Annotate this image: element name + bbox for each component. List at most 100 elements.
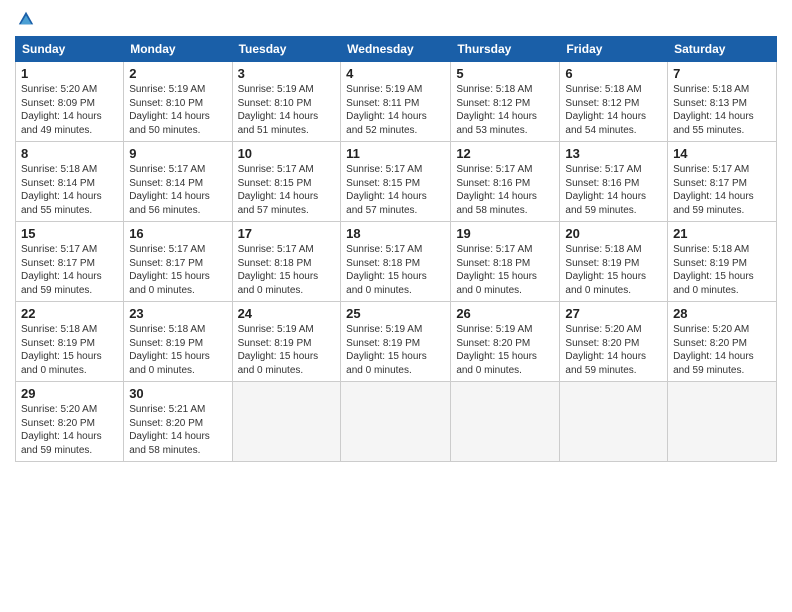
calendar-cell: 12 Sunrise: 5:17 AM Sunset: 8:16 PM Dayl… xyxy=(451,142,560,222)
day-number: 7 xyxy=(673,66,771,81)
calendar-cell: 4 Sunrise: 5:19 AM Sunset: 8:11 PM Dayli… xyxy=(341,62,451,142)
day-info: Sunrise: 5:18 AM Sunset: 8:19 PM Dayligh… xyxy=(565,243,662,297)
calendar-cell: 2 Sunrise: 5:19 AM Sunset: 8:10 PM Dayli… xyxy=(124,62,232,142)
calendar-cell: 16 Sunrise: 5:17 AM Sunset: 8:17 PM Dayl… xyxy=(124,222,232,302)
calendar-table: SundayMondayTuesdayWednesdayThursdayFrid… xyxy=(15,36,777,462)
day-number: 27 xyxy=(565,306,662,321)
calendar-header-monday: Monday xyxy=(124,37,232,62)
calendar-week-5: 29 Sunrise: 5:20 AM Sunset: 8:20 PM Dayl… xyxy=(16,382,777,462)
calendar-week-4: 22 Sunrise: 5:18 AM Sunset: 8:19 PM Dayl… xyxy=(16,302,777,382)
calendar-cell: 8 Sunrise: 5:18 AM Sunset: 8:14 PM Dayli… xyxy=(16,142,124,222)
day-info: Sunrise: 5:17 AM Sunset: 8:18 PM Dayligh… xyxy=(456,243,554,297)
day-info: Sunrise: 5:17 AM Sunset: 8:15 PM Dayligh… xyxy=(238,163,336,217)
day-number: 13 xyxy=(565,146,662,161)
day-info: Sunrise: 5:20 AM Sunset: 8:20 PM Dayligh… xyxy=(673,323,771,377)
day-number: 5 xyxy=(456,66,554,81)
day-info: Sunrise: 5:19 AM Sunset: 8:19 PM Dayligh… xyxy=(238,323,336,377)
calendar-cell: 5 Sunrise: 5:18 AM Sunset: 8:12 PM Dayli… xyxy=(451,62,560,142)
calendar-header-row: SundayMondayTuesdayWednesdayThursdayFrid… xyxy=(16,37,777,62)
day-number: 14 xyxy=(673,146,771,161)
day-info: Sunrise: 5:18 AM Sunset: 8:12 PM Dayligh… xyxy=(565,83,662,137)
calendar-cell xyxy=(341,382,451,462)
day-info: Sunrise: 5:20 AM Sunset: 8:20 PM Dayligh… xyxy=(565,323,662,377)
calendar-cell xyxy=(232,382,341,462)
day-info: Sunrise: 5:17 AM Sunset: 8:17 PM Dayligh… xyxy=(129,243,226,297)
calendar-cell: 18 Sunrise: 5:17 AM Sunset: 8:18 PM Dayl… xyxy=(341,222,451,302)
calendar-header-friday: Friday xyxy=(560,37,668,62)
calendar-header-wednesday: Wednesday xyxy=(341,37,451,62)
day-number: 9 xyxy=(129,146,226,161)
day-info: Sunrise: 5:18 AM Sunset: 8:19 PM Dayligh… xyxy=(21,323,118,377)
logo xyxy=(15,10,35,28)
day-info: Sunrise: 5:20 AM Sunset: 8:09 PM Dayligh… xyxy=(21,83,118,137)
calendar-header-saturday: Saturday xyxy=(668,37,777,62)
calendar-week-2: 8 Sunrise: 5:18 AM Sunset: 8:14 PM Dayli… xyxy=(16,142,777,222)
day-info: Sunrise: 5:19 AM Sunset: 8:10 PM Dayligh… xyxy=(238,83,336,137)
day-info: Sunrise: 5:18 AM Sunset: 8:13 PM Dayligh… xyxy=(673,83,771,137)
calendar-cell: 24 Sunrise: 5:19 AM Sunset: 8:19 PM Dayl… xyxy=(232,302,341,382)
day-number: 30 xyxy=(129,386,226,401)
day-number: 16 xyxy=(129,226,226,241)
calendar-cell xyxy=(451,382,560,462)
calendar-cell: 11 Sunrise: 5:17 AM Sunset: 8:15 PM Dayl… xyxy=(341,142,451,222)
day-info: Sunrise: 5:20 AM Sunset: 8:20 PM Dayligh… xyxy=(21,403,118,457)
calendar-cell: 14 Sunrise: 5:17 AM Sunset: 8:17 PM Dayl… xyxy=(668,142,777,222)
calendar-cell: 7 Sunrise: 5:18 AM Sunset: 8:13 PM Dayli… xyxy=(668,62,777,142)
day-number: 28 xyxy=(673,306,771,321)
calendar-cell: 17 Sunrise: 5:17 AM Sunset: 8:18 PM Dayl… xyxy=(232,222,341,302)
day-number: 1 xyxy=(21,66,118,81)
day-number: 3 xyxy=(238,66,336,81)
calendar-cell: 1 Sunrise: 5:20 AM Sunset: 8:09 PM Dayli… xyxy=(16,62,124,142)
day-info: Sunrise: 5:17 AM Sunset: 8:17 PM Dayligh… xyxy=(21,243,118,297)
day-number: 15 xyxy=(21,226,118,241)
calendar-cell: 27 Sunrise: 5:20 AM Sunset: 8:20 PM Dayl… xyxy=(560,302,668,382)
calendar-cell: 15 Sunrise: 5:17 AM Sunset: 8:17 PM Dayl… xyxy=(16,222,124,302)
calendar-cell: 21 Sunrise: 5:18 AM Sunset: 8:19 PM Dayl… xyxy=(668,222,777,302)
calendar-cell: 28 Sunrise: 5:20 AM Sunset: 8:20 PM Dayl… xyxy=(668,302,777,382)
day-number: 19 xyxy=(456,226,554,241)
day-number: 11 xyxy=(346,146,445,161)
day-info: Sunrise: 5:17 AM Sunset: 8:16 PM Dayligh… xyxy=(565,163,662,217)
day-number: 12 xyxy=(456,146,554,161)
day-info: Sunrise: 5:17 AM Sunset: 8:14 PM Dayligh… xyxy=(129,163,226,217)
day-info: Sunrise: 5:19 AM Sunset: 8:19 PM Dayligh… xyxy=(346,323,445,377)
day-info: Sunrise: 5:18 AM Sunset: 8:19 PM Dayligh… xyxy=(129,323,226,377)
calendar-cell: 10 Sunrise: 5:17 AM Sunset: 8:15 PM Dayl… xyxy=(232,142,341,222)
day-info: Sunrise: 5:17 AM Sunset: 8:16 PM Dayligh… xyxy=(456,163,554,217)
calendar-cell: 6 Sunrise: 5:18 AM Sunset: 8:12 PM Dayli… xyxy=(560,62,668,142)
calendar-cell: 19 Sunrise: 5:17 AM Sunset: 8:18 PM Dayl… xyxy=(451,222,560,302)
day-number: 8 xyxy=(21,146,118,161)
day-number: 29 xyxy=(21,386,118,401)
calendar-cell: 26 Sunrise: 5:19 AM Sunset: 8:20 PM Dayl… xyxy=(451,302,560,382)
day-number: 10 xyxy=(238,146,336,161)
calendar-cell: 30 Sunrise: 5:21 AM Sunset: 8:20 PM Dayl… xyxy=(124,382,232,462)
day-info: Sunrise: 5:17 AM Sunset: 8:15 PM Dayligh… xyxy=(346,163,445,217)
calendar-cell: 3 Sunrise: 5:19 AM Sunset: 8:10 PM Dayli… xyxy=(232,62,341,142)
day-number: 18 xyxy=(346,226,445,241)
calendar-cell: 22 Sunrise: 5:18 AM Sunset: 8:19 PM Dayl… xyxy=(16,302,124,382)
calendar-cell: 13 Sunrise: 5:17 AM Sunset: 8:16 PM Dayl… xyxy=(560,142,668,222)
day-number: 21 xyxy=(673,226,771,241)
calendar-header-thursday: Thursday xyxy=(451,37,560,62)
calendar-cell: 29 Sunrise: 5:20 AM Sunset: 8:20 PM Dayl… xyxy=(16,382,124,462)
day-info: Sunrise: 5:19 AM Sunset: 8:11 PM Dayligh… xyxy=(346,83,445,137)
calendar-week-3: 15 Sunrise: 5:17 AM Sunset: 8:17 PM Dayl… xyxy=(16,222,777,302)
day-number: 26 xyxy=(456,306,554,321)
day-number: 20 xyxy=(565,226,662,241)
calendar-cell: 9 Sunrise: 5:17 AM Sunset: 8:14 PM Dayli… xyxy=(124,142,232,222)
day-number: 23 xyxy=(129,306,226,321)
day-info: Sunrise: 5:21 AM Sunset: 8:20 PM Dayligh… xyxy=(129,403,226,457)
day-info: Sunrise: 5:17 AM Sunset: 8:18 PM Dayligh… xyxy=(346,243,445,297)
calendar-week-1: 1 Sunrise: 5:20 AM Sunset: 8:09 PM Dayli… xyxy=(16,62,777,142)
day-number: 17 xyxy=(238,226,336,241)
day-number: 24 xyxy=(238,306,336,321)
calendar-cell: 23 Sunrise: 5:18 AM Sunset: 8:19 PM Dayl… xyxy=(124,302,232,382)
calendar-cell xyxy=(560,382,668,462)
day-info: Sunrise: 5:19 AM Sunset: 8:10 PM Dayligh… xyxy=(129,83,226,137)
calendar-header-tuesday: Tuesday xyxy=(232,37,341,62)
logo-icon xyxy=(17,10,35,28)
day-number: 22 xyxy=(21,306,118,321)
day-info: Sunrise: 5:17 AM Sunset: 8:18 PM Dayligh… xyxy=(238,243,336,297)
day-info: Sunrise: 5:18 AM Sunset: 8:14 PM Dayligh… xyxy=(21,163,118,217)
day-number: 25 xyxy=(346,306,445,321)
